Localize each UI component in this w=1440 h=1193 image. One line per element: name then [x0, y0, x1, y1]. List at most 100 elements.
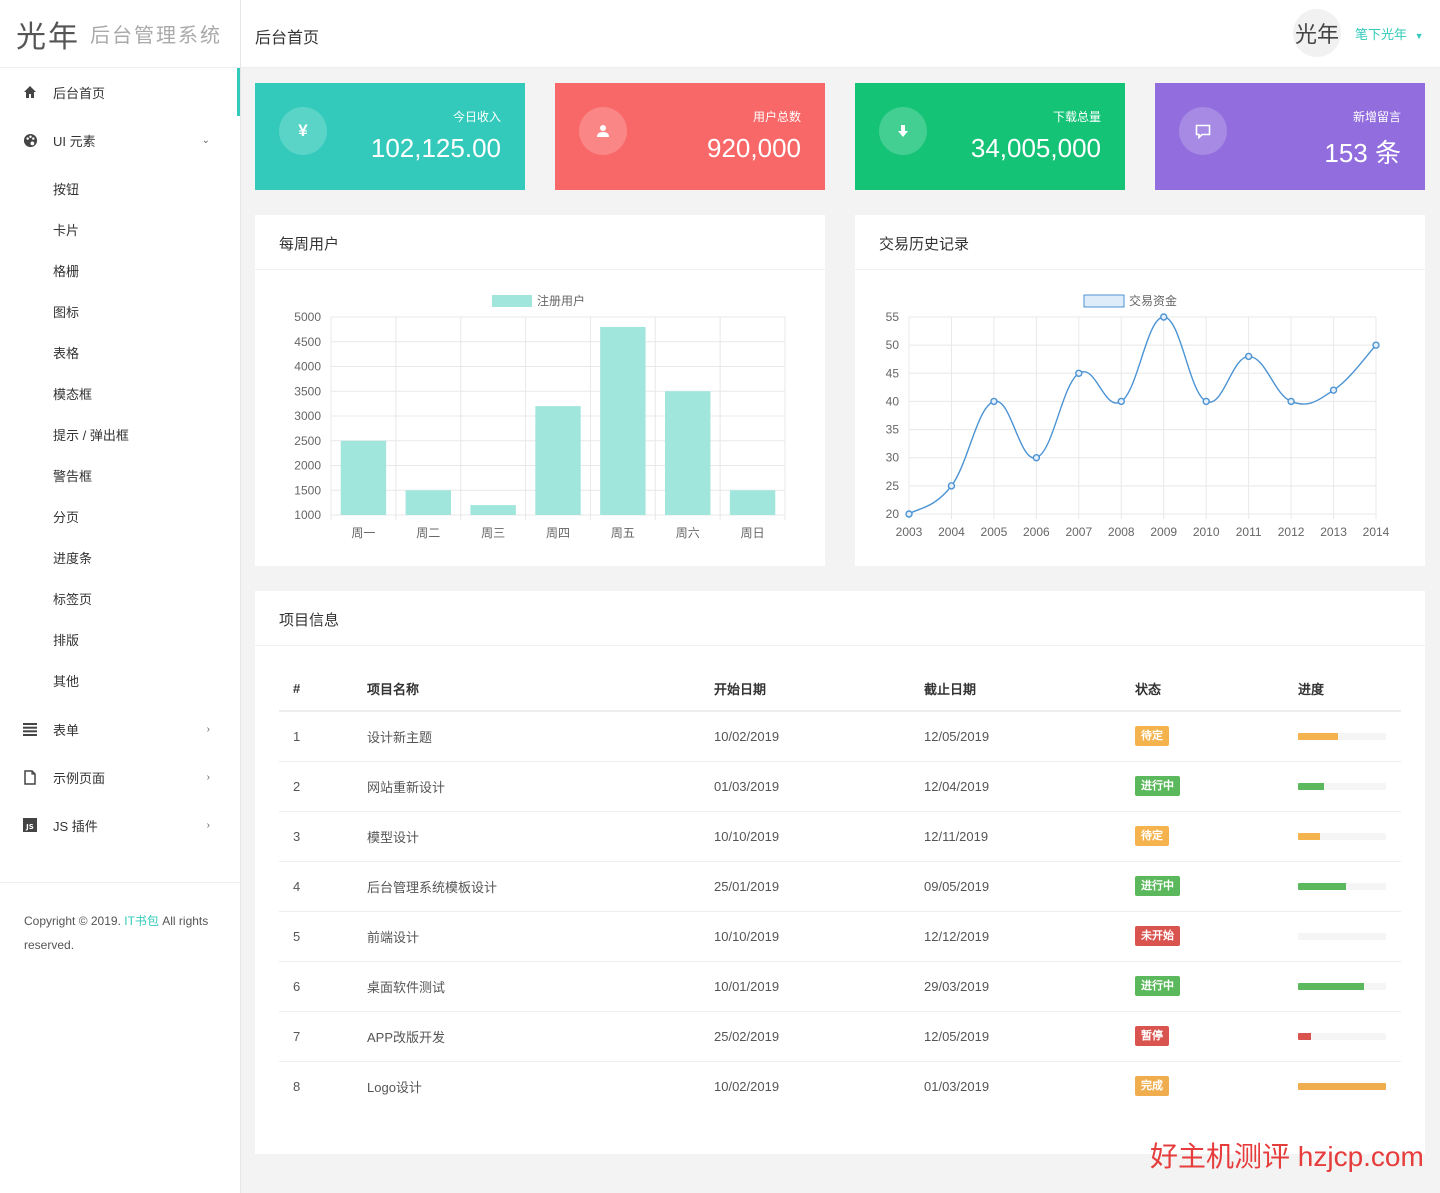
sidebar-item-ui-elements[interactable]: UI 元素 ⌄ — [0, 116, 240, 164]
logo-text: 后台管理系统 — [90, 25, 222, 47]
status-badge: 进行中 — [1135, 776, 1180, 796]
cell-progress — [1298, 1061, 1401, 1111]
sidebar-item-example-pages[interactable]: 示例页面 › — [0, 753, 240, 801]
progress-bar — [1298, 782, 1386, 790]
cell-status: 未开始 — [1135, 911, 1298, 962]
comment-icon — [1179, 107, 1227, 155]
submenu-item[interactable]: 按钮 — [0, 168, 240, 209]
submenu-item[interactable]: 表格 — [0, 332, 240, 373]
submenu-item[interactable]: 标签页 — [0, 578, 240, 619]
transaction-history-card: 交易历史记录 55 50 45 40 35 30 25 20 2003 2004 2005 2006 2… — [855, 215, 1425, 566]
data-point — [1329, 386, 1338, 394]
x-tick-label: 2009 — [1150, 525, 1177, 539]
progress-fill — [1298, 782, 1325, 790]
x-tick-label: 2005 — [981, 525, 1008, 539]
submenu-item[interactable]: 格栅 — [0, 250, 240, 291]
cell-end-date: 12/11/2019 — [924, 811, 1135, 862]
cell-end-date: 12/04/2019 — [924, 761, 1135, 812]
bar — [729, 490, 776, 515]
cell-end-date: 12/12/2019 — [924, 911, 1135, 962]
stat-label: 新增留言 — [1352, 110, 1401, 124]
submenu-item[interactable]: 卡片 — [0, 209, 240, 250]
cell-start-date: 01/03/2019 — [714, 761, 924, 812]
cell-progress — [1298, 1011, 1401, 1062]
sidebar-item-home[interactable]: 后台首页 — [0, 68, 240, 116]
cell-index: 3 — [279, 811, 367, 862]
submenu-item[interactable]: 其他 — [0, 660, 240, 701]
y-tick-label: 20 — [886, 507, 900, 521]
y-tick-label: 1000 — [294, 508, 321, 522]
x-tick-label: 2007 — [1065, 525, 1092, 539]
weekly-users-card: 每周用户 5000 4500 4000 3500 3000 2500 2000 1500 100… — [255, 215, 825, 566]
x-tick-label: 2008 — [1108, 525, 1135, 539]
submenu-item[interactable]: 提示 / 弹出框 — [0, 414, 240, 455]
topbar: 后台首页 光年 笔下光年 ▼ — [241, 0, 1440, 68]
legend-swatch — [492, 295, 532, 307]
legend-swatch — [1083, 294, 1125, 308]
stat-value: 920,000 — [707, 133, 801, 163]
bar — [405, 490, 451, 515]
submenu-item[interactable]: 图标 — [0, 291, 240, 332]
y-tick-label: 45 — [886, 366, 900, 380]
sidebar-item-forms[interactable]: 表单 › — [0, 705, 240, 753]
progress-bar — [1298, 1082, 1386, 1090]
submenu-item[interactable]: 进度条 — [0, 537, 240, 578]
submenu-item[interactable]: 分页 — [0, 496, 240, 537]
sidebar-item-js-plugins[interactable]: JS JS 插件 › — [0, 801, 240, 849]
table-row: 3 模型设计 10/10/2019 12/11/2019 待定 — [279, 811, 1401, 862]
caret-down-icon: ▼ — [1414, 31, 1424, 41]
yen-icon: ¥ — [279, 107, 327, 155]
bar — [665, 391, 711, 515]
cell-status: 进行中 — [1135, 961, 1298, 1012]
data-point — [1032, 454, 1041, 462]
stat-card-users: 用户总数 920,000 — [555, 83, 825, 190]
data-point — [1372, 341, 1380, 349]
cell-start-date: 10/10/2019 — [714, 811, 924, 862]
projects-table-body: 1 设计新主题 10/02/2019 12/05/2019 待定 2 网站重新设计 01/03… — [279, 711, 1401, 1111]
stat-label: 下载总量 — [1052, 110, 1101, 124]
transaction-history-chart: 55 50 45 40 35 30 25 20 2003 2004 2005 2006 2007 2008… — [886, 293, 1390, 539]
weekly-users-chart: 5000 4500 4000 3500 3000 2500 2000 1500 1000 周一 周二… — [294, 293, 786, 540]
data-point — [1160, 313, 1168, 321]
data-point — [1117, 397, 1125, 406]
y-tick-label: 2000 — [294, 459, 321, 473]
submenu-item[interactable]: 警告框 — [0, 455, 240, 496]
sidebar-item-label: JS 插件 — [53, 818, 98, 834]
submenu-item[interactable]: 排版 — [0, 619, 240, 660]
column-header: # — [279, 666, 367, 712]
table-row: 6 桌面软件测试 10/01/2019 29/03/2019 进行中 — [279, 961, 1401, 1012]
avatar[interactable]: 光年 — [1293, 9, 1341, 57]
cell-project-name: 桌面软件测试 — [367, 961, 714, 1012]
projects-table: # 项目名称 开始日期 截止日期 状态 进度 1 设计新主题 10/02/2019 1… — [279, 666, 1401, 1111]
table-row: 5 前端设计 10/10/2019 12/12/2019 未开始 — [279, 911, 1401, 962]
logo[interactable]: 光年 后台管理系统 — [0, 0, 240, 68]
copyright-text: Copyright © 2019. — [24, 914, 125, 928]
data-point — [905, 510, 913, 518]
cell-project-name: 前端设计 — [367, 911, 714, 962]
cell-index: 6 — [279, 961, 367, 1012]
cell-status: 暂停 — [1135, 1011, 1298, 1062]
table-header-row: # 项目名称 开始日期 截止日期 状态 进度 — [279, 666, 1401, 712]
column-header: 项目名称 — [367, 666, 714, 712]
submenu-item[interactable]: 模态框 — [0, 373, 240, 414]
cell-index: 8 — [293, 1078, 301, 1094]
x-tick-label: 周五 — [611, 526, 635, 540]
stat-value: 34,005,000 — [970, 133, 1101, 163]
x-tick-label: 周四 — [546, 526, 570, 540]
status-badge: 待定 — [1135, 726, 1169, 747]
cell-progress — [1298, 811, 1401, 862]
status-badge: 进行中 — [1135, 876, 1180, 896]
user-menu-dropdown[interactable]: 笔下光年 ▼ — [1355, 24, 1424, 43]
watermark: 好主机测评 hzjcp.com — [1150, 1141, 1424, 1172]
user-icon — [579, 107, 627, 155]
x-tick-label: 2012 — [1278, 525, 1305, 539]
cell-end-date: 01/03/2019 — [924, 1078, 990, 1094]
x-tick-label: 周日 — [741, 526, 765, 540]
cell-project-name: APP改版开发 — [367, 1011, 714, 1062]
column-header: 进度 — [1298, 666, 1401, 712]
sidebar: 光年 后台管理系统 后台首页 UI 元素 ⌄ 按钮 卡片 格栅 图标 表格 模态… — [0, 0, 241, 1193]
x-tick-label: 周三 — [481, 526, 505, 540]
projects-card: 项目信息 # 项目名称 开始日期 截止日期 状态 进度 1 设计新主题 10/02/… — [255, 591, 1425, 1154]
column-header: 开始日期 — [714, 666, 924, 712]
copyright-link[interactable]: IT书包 — [124, 914, 159, 928]
